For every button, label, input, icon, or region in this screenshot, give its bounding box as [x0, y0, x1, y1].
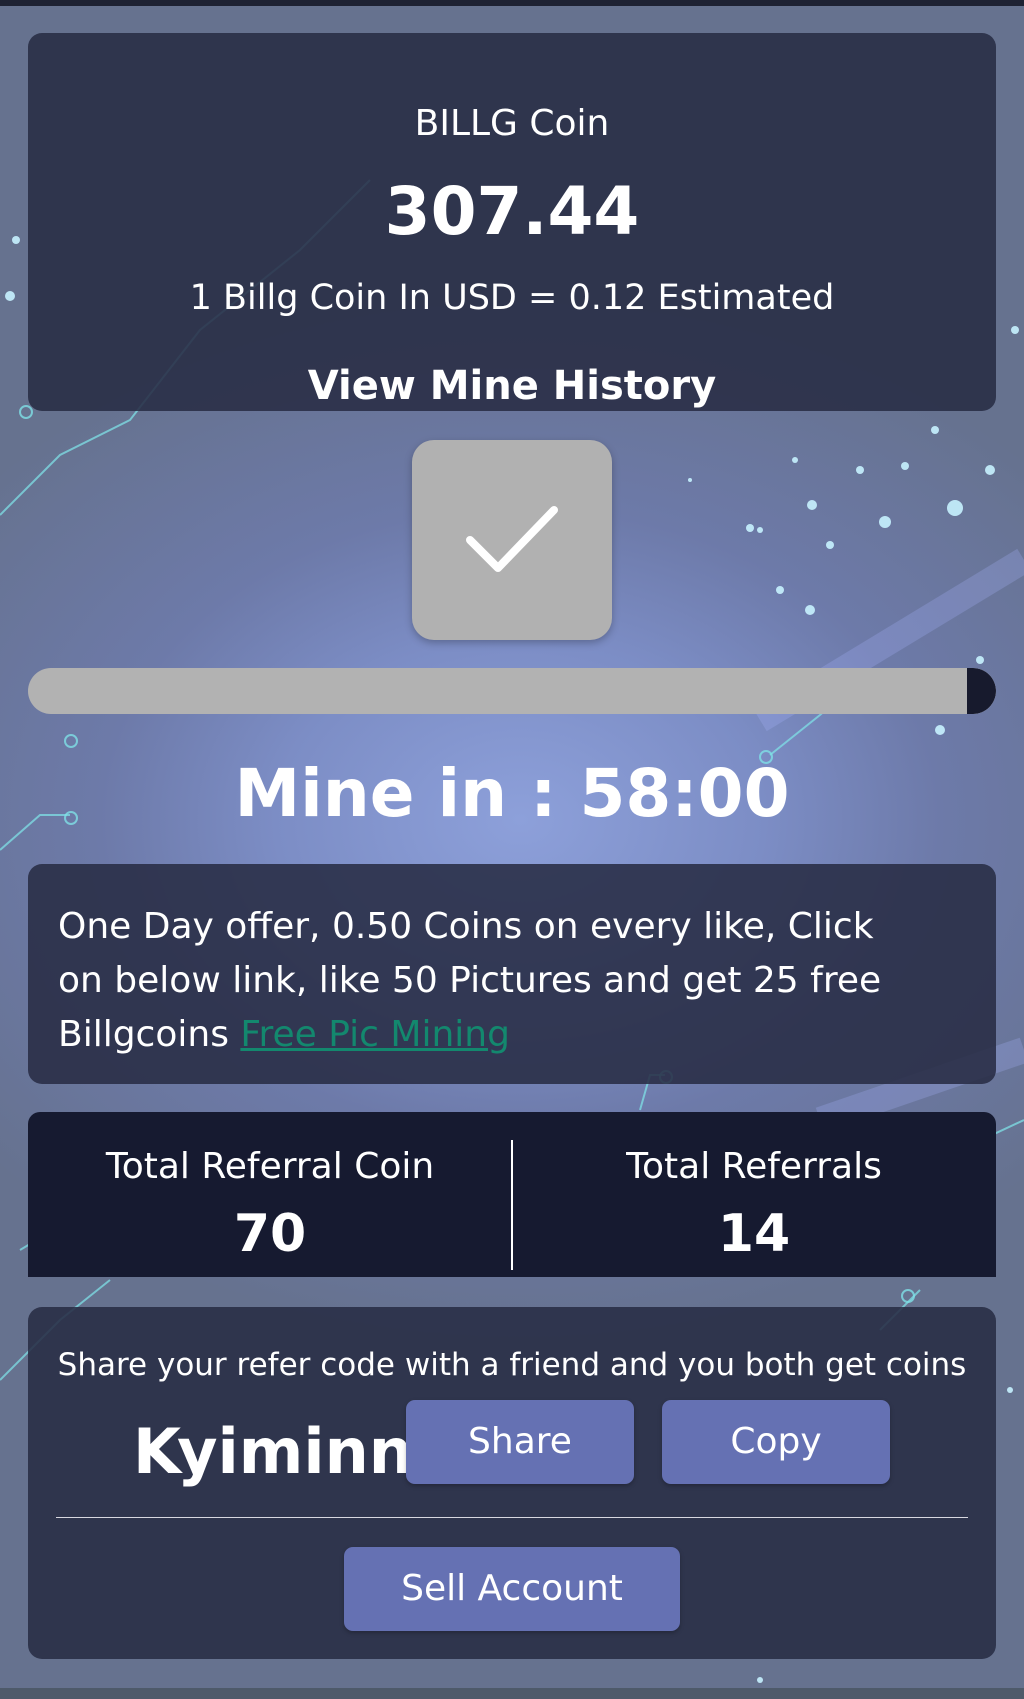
free-pic-mining-link[interactable]: Free Pic Mining — [240, 1014, 510, 1055]
refer-description: Share your refer code with a friend and … — [57, 1347, 967, 1383]
coin-balance: 307.44 — [384, 173, 640, 250]
navigation-bar-strip — [0, 1688, 1024, 1699]
share-button[interactable]: Share — [406, 1400, 634, 1484]
coin-title: BILLG Coin — [414, 103, 610, 144]
offer-text: One Day offer, 0.50 Coins on every like,… — [58, 900, 918, 1062]
check-icon — [466, 506, 558, 572]
mining-progress-fill — [966, 668, 996, 714]
refer-divider — [56, 1517, 968, 1518]
refer-card: Share your refer code with a friend and … — [28, 1307, 996, 1659]
mine-button[interactable] — [412, 440, 612, 640]
total-referrals-value: 14 — [717, 1204, 791, 1264]
coin-rate: 1 Billg Coin In USD = 0.12 Estimated — [189, 278, 835, 318]
coin-balance-card: BILLG Coin 307.44 1 Billg Coin In USD = … — [28, 33, 996, 411]
total-referrals-label: Total Referrals — [626, 1146, 882, 1187]
total-referrals-stat: Total Referrals 14 — [512, 1112, 996, 1277]
mining-progress-bar — [28, 668, 996, 714]
total-referral-coin-stat: Total Referral Coin 70 — [28, 1112, 512, 1277]
offer-card: One Day offer, 0.50 Coins on every like,… — [28, 864, 996, 1084]
view-mine-history-link[interactable]: View Mine History — [28, 363, 996, 409]
refer-code: Kyiminn — [133, 1415, 413, 1488]
total-referral-coin-label: Total Referral Coin — [105, 1146, 435, 1187]
total-referral-coin-value: 70 — [233, 1204, 307, 1264]
sell-account-button[interactable]: Sell Account — [344, 1547, 680, 1631]
status-bar-strip — [0, 0, 1024, 6]
referral-stats-card: Total Referral Coin 70 Total Referrals 1… — [28, 1112, 996, 1277]
mine-timer: Mine in : 58:00 — [234, 755, 790, 832]
copy-button[interactable]: Copy — [662, 1400, 890, 1484]
